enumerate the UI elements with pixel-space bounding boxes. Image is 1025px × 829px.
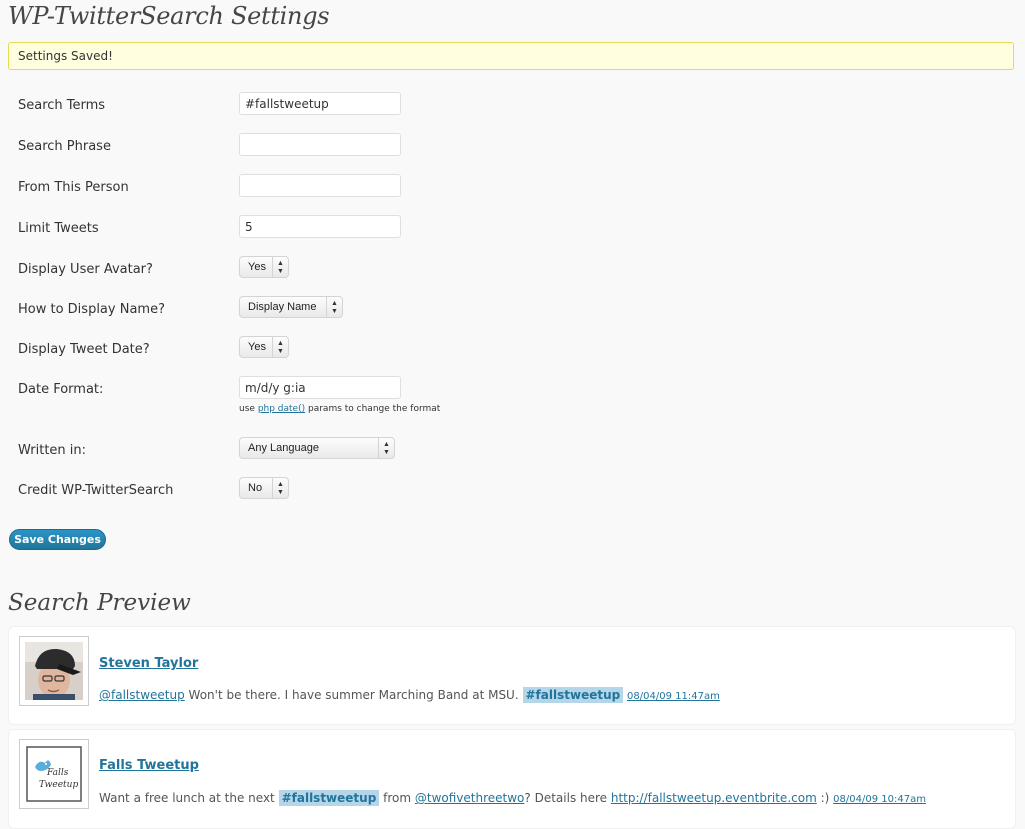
hint-prefix: use [239,404,255,414]
tweet-body-start: Want a free lunch at the next [99,791,275,805]
display-name-value: Display Name [248,301,317,313]
up-down-arrows-icon: ▲ ▼ [272,478,288,498]
avatar [19,636,89,706]
up-down-arrows-icon: ▲ ▼ [326,297,342,317]
display-name-label: How to Display Name? [18,302,165,317]
credit-value: No [248,482,263,494]
up-down-arrows-icon: ▲ ▼ [272,337,288,357]
avatar: Falls Tweetup [19,739,89,809]
logo-text: Falls [46,768,69,778]
date-format-label: Date Format: [18,382,104,397]
date-format-hint: use php date() params to change the form… [239,404,440,414]
tweet-text: Want a free lunch at the next #fallstwee… [99,790,926,806]
display-avatar-select[interactable]: Yes ▲ ▼ [239,256,289,278]
tweet-user-name[interactable]: Steven Taylor [99,656,198,671]
credit-label: Credit WP-TwitterSearch [18,483,174,498]
falls-tweetup-logo: Falls Tweetup [25,745,83,803]
svg-text:Tweetup: Tweetup [39,780,78,790]
php-date-link[interactable]: php date() [258,404,305,414]
up-down-arrows-icon: ▲ ▼ [378,438,394,458]
from-person-input[interactable] [239,174,401,197]
tweet-mention-link[interactable]: @fallstweetup [99,688,185,702]
date-format-input[interactable] [239,376,401,399]
hashtag-highlight[interactable]: #fallstweetup [278,790,380,806]
limit-tweets-label: Limit Tweets [18,221,99,236]
written-in-label: Written in: [18,443,87,458]
search-preview-title: Search Preview [8,590,191,616]
display-date-select[interactable]: Yes ▲ ▼ [239,336,289,358]
search-terms-input[interactable] [239,92,401,115]
language-select[interactable]: Any Language ▲ ▼ [239,437,395,459]
save-changes-button[interactable]: Save Changes [9,529,106,550]
notice-text: Settings Saved! [18,49,113,63]
search-terms-label: Search Terms [18,98,106,113]
tweet-date-link[interactable]: 08/04/09 10:47am [833,794,926,805]
language-value: Any Language [248,442,319,454]
display-avatar-label: Display User Avatar? [18,262,153,277]
up-down-arrows-icon: ▲ ▼ [272,257,288,277]
tweet-body-mid: from [383,791,412,805]
tweet-body: Won't be there. I have summer Marching B… [188,688,519,702]
settings-saved-notice: Settings Saved! [8,42,1014,70]
user-photo [25,642,83,700]
limit-tweets-input[interactable] [239,215,401,238]
display-date-value: Yes [248,341,266,353]
display-avatar-value: Yes [248,261,266,273]
tweet-text: @fallstweetup Won't be there. I have sum… [99,687,720,703]
tweet-body-after: ? Details here [524,791,608,805]
tweet-body-end: :) [820,791,830,805]
hint-suffix: params to change the format [308,404,441,414]
hashtag-highlight[interactable]: #fallstweetup [522,687,624,703]
page-title: WP-TwitterSearch Settings [8,2,330,30]
from-person-label: From This Person [18,180,129,195]
tweet-date-link[interactable]: 08/04/09 11:47am [627,691,720,702]
display-name-select[interactable]: Display Name ▲ ▼ [239,296,343,318]
tweet-url-link[interactable]: http://fallstweetup.eventbrite.com [611,791,817,805]
tweet-card: Falls Tweetup Falls Tweetup Want a free … [8,729,1016,829]
tweet-card: Steven Taylor @fallstweetup Won't be the… [8,626,1016,725]
credit-select[interactable]: No ▲ ▼ [239,477,289,499]
display-date-label: Display Tweet Date? [18,342,150,357]
search-phrase-input[interactable] [239,133,401,156]
tweet-mention-link[interactable]: @twofivethreetwo [415,791,525,805]
search-phrase-label: Search Phrase [18,139,111,154]
tweet-user-name[interactable]: Falls Tweetup [99,758,199,773]
